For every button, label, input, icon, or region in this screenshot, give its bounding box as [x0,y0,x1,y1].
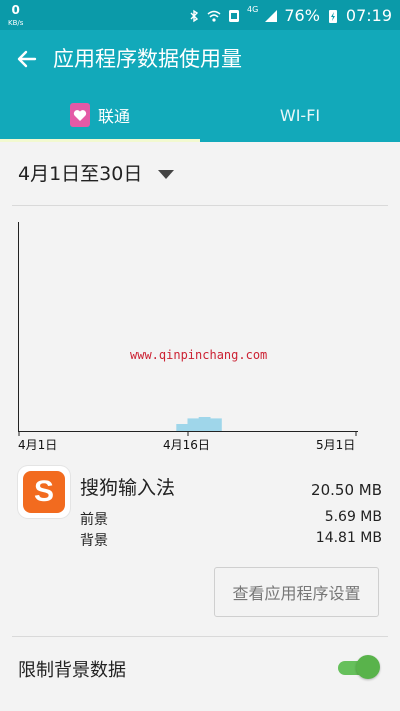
network-speed-unit: KB/s [8,19,24,27]
usage-bar [210,418,222,431]
tab-unicom-label: 联通 [97,107,130,126]
period-selector[interactable]: 4月1日至30日 [18,162,142,186]
x-tick-label: 5月1日 [316,438,356,452]
app-total-usage: 20.50 MB [311,481,382,499]
page-title: 应用程序数据使用量 [53,47,242,71]
status-bar: 0 KB/s 4G 76% 07:19 [0,0,400,30]
tab-bar: 联通 WI-FI [0,88,400,142]
sogou-app-icon: S [18,466,70,518]
usage-chart [18,222,358,436]
tab-wifi[interactable]: WI-FI [200,88,400,142]
background-label: 背景 [80,533,108,549]
nfc-icon [229,9,240,22]
usage-bar [187,418,200,431]
usage-bar [198,417,211,431]
foreground-value: 5.69 MB [324,509,382,525]
battery-percent: 76% [284,6,320,25]
battery-charging-icon [328,9,337,23]
network-speed: 0 KB/s [8,4,23,29]
background-value: 14.81 MB [315,530,382,546]
restrict-background-label: 限制背景数据 [18,660,126,681]
x-tick-label: 4月16日 [163,438,210,452]
toggle-knob [356,655,380,679]
signal-icon [265,9,278,22]
usage-bar [176,424,189,431]
bluetooth-icon [190,9,199,22]
app-icon-letter: S [23,471,65,513]
app-bar: 应用程序数据使用量 [0,30,400,88]
divider [12,205,388,206]
clock: 07:19 [345,6,392,25]
wifi-icon [207,10,221,22]
network-type: 4G [247,5,259,14]
arrow-left-icon[interactable] [14,46,40,72]
tab-wifi-label: WI-FI [279,105,321,125]
foreground-label: 前景 [80,512,108,528]
view-app-settings-button[interactable]: 查看应用程序设置 [214,567,379,617]
tab-unicom[interactable]: 联通 [0,88,200,142]
triangle-down-icon[interactable] [158,170,174,179]
chart-series [176,417,222,431]
sim-heart-icon [69,103,90,127]
x-tick-label: 4月1日 [18,438,58,452]
restrict-background-toggle[interactable] [338,655,380,681]
divider [12,636,388,637]
app-name: 搜狗输入法 [80,477,176,499]
tab-indicator [0,139,200,142]
network-speed-value: 0 [11,3,20,17]
watermark: www.qinpinchang.com [130,348,268,362]
